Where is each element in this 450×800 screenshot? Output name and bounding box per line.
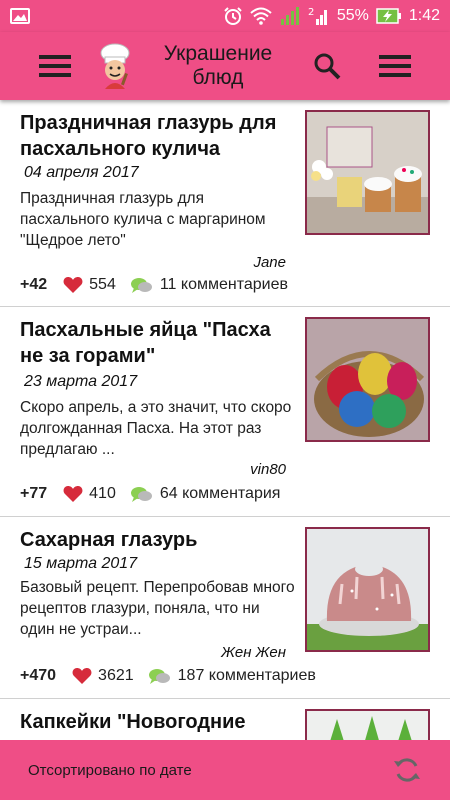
screen: 2 55% 1:42 Украшение блюд Праздничная гл…	[0, 0, 450, 800]
comments-icon[interactable]	[130, 485, 154, 503]
recipe-title: Праздничная глазурь для пасхального кули…	[20, 112, 277, 160]
status-icons: 2 55% 1:42	[223, 5, 440, 27]
app-bar: Украшение блюд	[0, 32, 450, 100]
recipe-comments[interactable]: 64 комментария	[160, 485, 281, 503]
recipe-likes: 410	[89, 485, 116, 502]
recipe-likes: 3621	[98, 667, 134, 684]
recipe-thumbnail[interactable]	[305, 709, 430, 740]
overflow-menu-icon[interactable]	[367, 38, 423, 94]
search-icon[interactable]	[299, 38, 355, 94]
wifi-icon	[250, 7, 272, 25]
recipe-thumbnail[interactable]	[305, 110, 430, 235]
recipe-card[interactable]: Пасхальные яйца "Пасха не за горами" 23 …	[0, 307, 450, 517]
recipe-likes: 554	[89, 276, 116, 293]
recipe-date: 23 марта 2017	[24, 373, 138, 390]
recipe-rating: +470	[20, 667, 57, 684]
recipe-description: Базовый рецепт. Перепробовав много рецеп…	[20, 579, 295, 638]
bottom-bar: Отсортировано по дате	[0, 740, 450, 800]
svg-text:2: 2	[308, 7, 314, 18]
recipe-rating: +77	[20, 485, 48, 502]
comments-icon[interactable]	[130, 276, 154, 294]
recipe-stats: +42 554 11 комментариев	[20, 276, 288, 294]
recipe-description: Праздничная глазурь для пасхального кули…	[20, 190, 266, 249]
signal-2-icon: 2	[308, 5, 330, 27]
refresh-icon[interactable]	[392, 755, 422, 785]
recipe-author[interactable]: Жен Жен	[221, 644, 286, 661]
recipe-comments[interactable]: 11 комментариев	[160, 276, 288, 294]
recipe-title: Сахарная глазурь	[20, 529, 198, 551]
recipe-thumbnail[interactable]	[305, 527, 430, 652]
sort-label[interactable]: Отсортировано по дате	[28, 762, 192, 779]
recipe-title: Капкейки "Новогодние	[20, 711, 246, 733]
heart-icon[interactable]	[63, 276, 83, 294]
status-bar: 2 55% 1:42	[0, 0, 450, 32]
image-icon	[10, 8, 30, 24]
recipe-rating: +42	[20, 276, 48, 293]
clock: 1:42	[408, 7, 440, 24]
page-title: Украшение блюд	[163, 42, 273, 89]
recipe-date: 15 марта 2017	[24, 555, 138, 572]
chef-logo-icon	[93, 41, 137, 91]
heart-icon[interactable]	[72, 667, 92, 685]
recipe-thumbnail[interactable]	[305, 317, 430, 442]
battery-percent: 55%	[336, 7, 369, 24]
alarm-icon	[223, 6, 243, 26]
recipe-card[interactable]: Праздничная глазурь для пасхального кули…	[0, 100, 450, 307]
recipe-card[interactable]: Капкейки "Новогодние	[0, 699, 450, 740]
recipe-author[interactable]: vin80	[250, 461, 286, 478]
recipe-author[interactable]: Jane	[253, 254, 286, 271]
heart-icon[interactable]	[63, 485, 83, 503]
recipe-date: 04 апреля 2017	[24, 164, 139, 181]
recipe-comments[interactable]: 187 комментариев	[178, 667, 316, 685]
recipe-description: Скоро апрель, а это значит, что скоро до…	[20, 399, 292, 458]
recipe-title: Пасхальные яйца "Пасха не за горами"	[20, 319, 271, 367]
recipe-card[interactable]: Сахарная глазурь 15 марта 2017 Базовый р…	[0, 517, 450, 699]
recipe-list[interactable]: Праздничная глазурь для пасхального кули…	[0, 100, 450, 740]
comments-icon[interactable]	[148, 667, 172, 685]
signal-icon	[279, 5, 301, 27]
recipe-stats: +77 410 64 комментария	[20, 485, 280, 503]
recipe-stats: +470 3621 187 комментариев	[20, 667, 316, 685]
battery-charging-icon	[376, 8, 402, 24]
hamburger-menu-icon[interactable]	[27, 38, 83, 94]
